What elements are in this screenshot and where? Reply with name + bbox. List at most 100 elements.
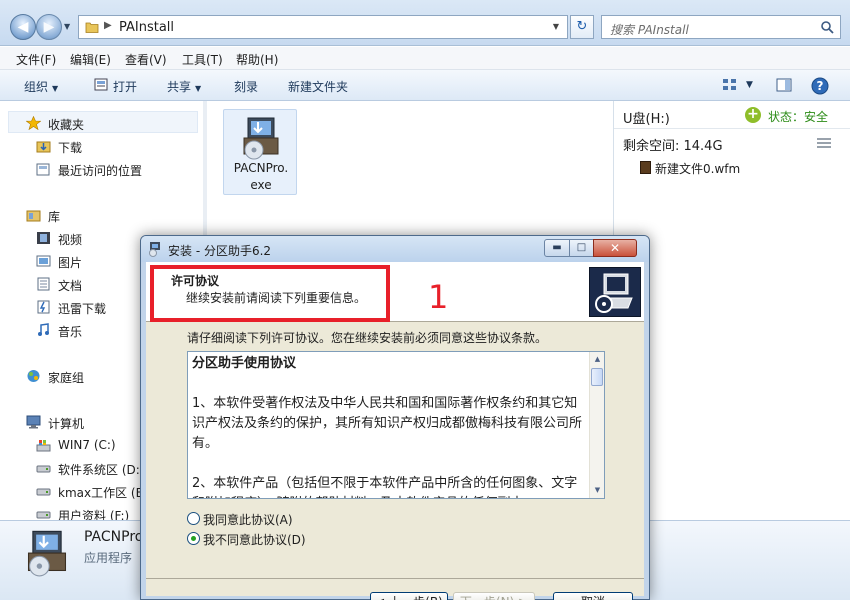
address-path: PAInstall — [119, 20, 175, 35]
file-name-line1: PACNPro. — [233, 161, 289, 175]
documents-icon — [37, 277, 50, 291]
search-placeholder: 搜索 PAInstall — [610, 23, 689, 37]
nav-favorites-label: 收藏夹 — [48, 118, 85, 132]
organize-label: 组织 — [24, 80, 49, 94]
caret-down-icon: ▼ — [195, 84, 202, 93]
back-button[interactable]: ◀ — [10, 14, 36, 40]
view-dropdown-icon[interactable]: ▼ — [746, 80, 753, 90]
videos-icon — [37, 232, 50, 244]
preview-pane-icon[interactable] — [776, 77, 792, 93]
free-space: 剩余空间: 14.4G — [623, 139, 723, 154]
scroll-up-icon[interactable]: ▲ — [590, 352, 604, 367]
breadcrumb-separator-icon: ▶ — [104, 20, 112, 31]
dialog-body: 许可协议 继续安装前请阅读下列重要信息。 1 请仔细阅读下列许可协议。您在继续安… — [146, 262, 644, 600]
next-step-button[interactable]: 下一步(N) > — [453, 592, 535, 600]
open-icon — [94, 78, 108, 91]
nav-music-label: 音乐 — [58, 325, 83, 339]
file-name-line2: exe — [250, 178, 272, 192]
nav-downloads[interactable]: 下载 — [0, 136, 200, 156]
downloads-folder-icon — [36, 141, 51, 153]
star-icon — [26, 116, 41, 130]
nav-homegroup-label: 家庭组 — [48, 371, 85, 385]
view-options-icon[interactable] — [722, 77, 738, 93]
scroll-down-icon[interactable]: ▼ — [590, 483, 604, 498]
nav-recent-label: 最近访问的位置 — [58, 164, 143, 178]
menu-icon[interactable] — [816, 137, 832, 149]
file-icon — [640, 161, 651, 174]
decline-radio-label: 我不同意此协议(D) — [203, 533, 306, 547]
installer-icon — [27, 530, 67, 577]
share-label: 共享 — [167, 80, 192, 94]
nav-drive-e-label: kmax工作区 (E — [58, 486, 144, 500]
address-dropdown-icon[interactable]: ▼ — [553, 22, 559, 31]
refresh-button[interactable]: ↻ — [570, 15, 594, 39]
folder-icon — [85, 22, 99, 33]
menu-file[interactable]: 文件(F) — [16, 51, 56, 68]
details-file-type: 应用程序 — [84, 551, 133, 565]
license-paragraph-2: 2、本软件产品（包括但不限于本软件产品中所含的任何图象、文字和附加程序）、随附的… — [192, 476, 578, 498]
nav-favorites[interactable]: 收藏夹 — [0, 113, 200, 133]
dialog-header: 许可协议 继续安装前请阅读下列重要信息。 1 — [146, 262, 644, 322]
thunder-downloads-icon — [37, 300, 50, 314]
security-status: 状态：安全 — [768, 110, 829, 124]
svg-text:?: ? — [817, 79, 824, 93]
annotation-number: 1 — [428, 278, 449, 316]
nav-recent[interactable]: 最近访问的位置 — [0, 159, 200, 179]
license-title: 分区助手使用协议 — [192, 356, 297, 371]
usb-drive-label: U盘(H:) — [623, 112, 670, 127]
license-instruction: 请仔细阅读下列许可协议。您在继续安装前必须同意这些协议条款。 — [187, 331, 548, 345]
menu-edit[interactable]: 编辑(E) — [70, 51, 111, 68]
minimize-button[interactable]: ▬ — [544, 239, 570, 257]
music-icon — [38, 323, 49, 336]
nav-thunder-label: 迅雷下载 — [58, 302, 107, 316]
menu-view[interactable]: 查看(V) — [125, 51, 167, 68]
libraries-icon — [26, 210, 41, 222]
share-button[interactable]: 共享 ▼ — [167, 78, 201, 95]
divider — [614, 128, 850, 129]
drive-icon — [36, 511, 51, 519]
drive-icon — [36, 488, 51, 496]
setup-logo — [589, 267, 641, 317]
accept-radio-label: 我同意此协议(A) — [203, 513, 293, 527]
details-file-name: PACNPro — [84, 529, 144, 545]
license-text-area[interactable]: 分区助手使用协议 1、本软件受著作权法及中华人民共和国和国际著作权条约和其它知识… — [187, 351, 605, 499]
setup-app-icon — [149, 242, 160, 257]
installer-logo-icon — [595, 273, 633, 313]
search-icon — [821, 21, 834, 34]
accept-radio[interactable] — [187, 512, 200, 525]
address-bar[interactable]: ▶ PAInstall ▼ — [78, 15, 568, 39]
forward-button[interactable]: ▶ — [36, 14, 62, 40]
explorer-titlebar: ◀ ▶ ▼ ▶ PAInstall ▼ ↻ 搜索 PAInstall — [0, 0, 850, 46]
close-button[interactable]: ✕ — [593, 239, 637, 257]
cancel-button[interactable]: 取消 — [553, 592, 633, 600]
recent-pages-dropdown-icon[interactable]: ▼ — [64, 22, 70, 31]
new-folder-button[interactable]: 新建文件夹 — [288, 78, 348, 95]
menu-bar: 文件(F) 编辑(E) 查看(V) 工具(T) 帮助(H) — [0, 47, 850, 70]
menu-tools[interactable]: 工具(T) — [182, 51, 223, 68]
menu-help[interactable]: 帮助(H) — [236, 51, 278, 68]
nav-documents-label: 文档 — [58, 279, 83, 293]
maximize-button[interactable]: □ — [569, 239, 594, 257]
file-item-pacnpro[interactable]: PACNPro. exe — [223, 109, 297, 195]
plus-icon[interactable]: + — [745, 107, 761, 123]
decline-radio[interactable] — [187, 532, 200, 545]
help-icon[interactable]: ? — [811, 77, 829, 95]
nav-pictures-label: 图片 — [58, 256, 83, 270]
burn-button[interactable]: 刻录 — [234, 78, 258, 95]
back-step-button[interactable]: < 上一步(B) — [370, 592, 448, 600]
license-scrollbar[interactable]: ▲ ▼ — [589, 352, 604, 498]
search-input[interactable]: 搜索 PAInstall — [601, 15, 841, 39]
annotation-highlight-box — [150, 265, 390, 322]
pictures-icon — [36, 255, 51, 267]
organize-button[interactable]: 组织 ▼ — [24, 78, 58, 95]
button-separator — [146, 578, 644, 579]
scroll-thumb[interactable] — [591, 368, 603, 386]
license-paragraph-1: 1、本软件受著作权法及中华人民共和国和国际著作权条约和其它知识产权法及条约的保护… — [192, 396, 583, 451]
nav-libraries[interactable]: 库 — [0, 205, 200, 225]
command-toolbar: 组织 ▼ 打开 共享 ▼ 刻录 新建文件夹 ▼ ? — [0, 70, 850, 101]
dialog-titlebar[interactable]: 安装 - 分区助手6.2 ▬ □ ✕ — [141, 236, 649, 262]
preview-file-name[interactable]: 新建文件0.wfm — [655, 160, 740, 177]
nav-videos-label: 视频 — [58, 233, 83, 247]
open-button[interactable]: 打开 — [113, 78, 137, 95]
recent-places-icon — [36, 163, 50, 176]
